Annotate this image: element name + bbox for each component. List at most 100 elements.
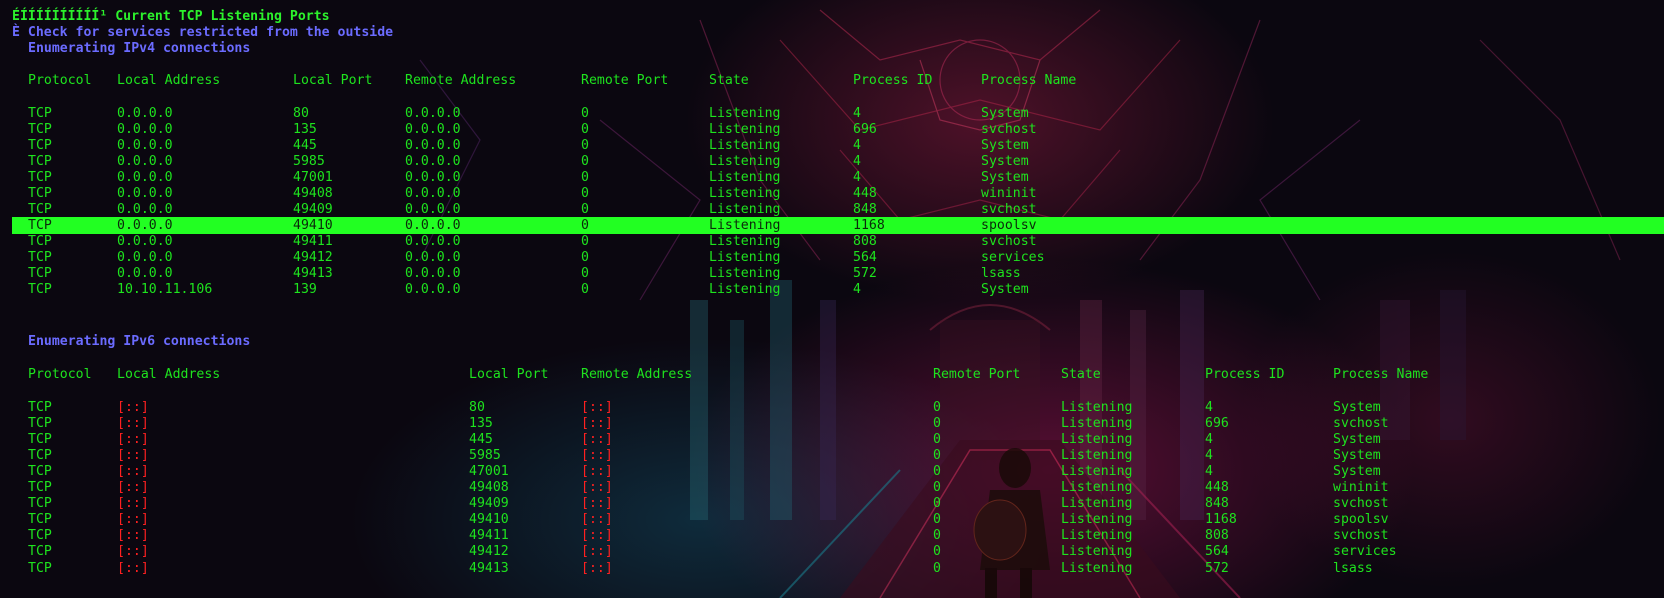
ipv6-cell-local-address: [::] xyxy=(117,400,149,415)
ipv6-col-local-address: Local Address xyxy=(117,367,221,382)
ipv6-cell-local-address: [::] xyxy=(117,416,149,432)
ipv4-cell-process-id: 572 xyxy=(853,266,877,281)
ipv6-col-local-port: Local Port xyxy=(469,367,549,382)
ipv4-cell-process-id: 808 xyxy=(853,233,877,249)
ipv6-cell-process-name: svchost xyxy=(1333,416,1389,432)
ipv6-cell-process-name: services xyxy=(1333,544,1397,560)
ipv4-cell-process-id: 4 xyxy=(853,105,861,121)
ipv4-cell-process-name: services xyxy=(981,249,1045,265)
ipv6-cell-state: Listening xyxy=(1061,544,1133,560)
ipv6-cell-local-port: 445 xyxy=(469,432,493,448)
ipv4-cell-state: Listening xyxy=(709,217,781,233)
ipv6-cell-process-name: spoolsv xyxy=(1333,512,1389,528)
ipv4-cell-remote-port: 0 xyxy=(581,217,589,233)
ipv6-cell-remote-address: [::] xyxy=(581,528,613,544)
ipv4-cell-remote-address: 0.0.0.0 xyxy=(405,137,461,153)
ipv6-cell-local-port: 49413 xyxy=(469,560,509,576)
ipv4-cell-process-name: System xyxy=(981,153,1029,169)
ipv6-cell-protocol: TCP xyxy=(28,528,52,544)
ipv4-cell-process-name: wininit xyxy=(981,185,1037,201)
ipv6-table-header: Protocol Local Address Local Port Remote… xyxy=(0,366,1664,383)
ipv6-cell-remote-port: 0 xyxy=(933,544,941,560)
ipv6-table-row: TCP [::] 49411 [::] 0 Listening 808 svchost xyxy=(0,527,1664,544)
ipv6-col-state: State xyxy=(1061,367,1101,382)
ipv6-cell-process-id: 448 xyxy=(1205,480,1229,496)
ipv6-cell-local-address: [::] xyxy=(117,432,149,448)
ipv6-table-row: TCP [::] 47001 [::] 0 Listening 4 System xyxy=(0,463,1664,480)
ipv4-cell-process-name: svchost xyxy=(981,201,1037,217)
ipv6-cell-process-id: 808 xyxy=(1205,528,1229,544)
ipv6-table-row: TCP [::] 445 [::] 0 Listening 4 System xyxy=(0,431,1664,448)
ipv4-cell-remote-port: 0 xyxy=(581,282,589,298)
ipv4-cell-protocol: TCP xyxy=(28,201,52,217)
ipv4-cell-local-port: 49412 xyxy=(293,249,333,265)
ipv4-cell-local-address: 0.0.0.0 xyxy=(117,249,173,265)
ipv6-cell-remote-port: 0 xyxy=(933,560,941,576)
ipv6-cell-local-port: 5985 xyxy=(469,448,501,464)
ipv6-cell-state: Listening xyxy=(1061,496,1133,512)
ipv4-cell-protocol: TCP xyxy=(28,185,52,201)
ipv6-table-row: TCP [::] 49412 [::] 0 Listening 564 services xyxy=(0,543,1664,560)
ipv4-cell-protocol: TCP xyxy=(28,121,52,137)
ipv6-cell-state: Listening xyxy=(1061,560,1133,576)
ipv4-cell-local-address: 10.10.11.106 xyxy=(117,282,213,298)
ipv6-cell-local-port: 49408 xyxy=(469,480,509,496)
ipv6-cell-remote-address: [::] xyxy=(581,464,613,480)
ipv6-cell-remote-address: [::] xyxy=(581,544,613,560)
ipv6-cell-local-port: 49410 xyxy=(469,512,509,528)
ipv6-cell-remote-port: 0 xyxy=(933,432,941,448)
ipv6-cell-local-port: 80 xyxy=(469,400,485,415)
ipv6-cell-remote-address: [::] xyxy=(581,480,613,496)
ipv6-cell-process-id: 572 xyxy=(1205,560,1229,576)
ipv6-cell-local-address: [::] xyxy=(117,464,149,480)
ipv4-table-row-highlighted: TCP 0.0.0.0 49410 0.0.0.0 0 Listening 1168 spoo… xyxy=(12,216,1664,234)
ipv4-cell-process-id: 848 xyxy=(853,201,877,217)
ipv4-cell-remote-address: 0.0.0.0 xyxy=(405,185,461,201)
ipv4-col-protocol: Protocol xyxy=(28,73,92,88)
ipv6-cell-process-id: 4 xyxy=(1205,464,1213,480)
ipv4-cell-state: Listening xyxy=(709,105,781,121)
ipv4-cell-local-address: 0.0.0.0 xyxy=(117,185,173,201)
ipv6-cell-state: Listening xyxy=(1061,432,1133,448)
ipv4-cell-remote-address: 0.0.0.0 xyxy=(405,169,461,185)
ipv4-cell-process-name: System xyxy=(981,282,1029,298)
ipv6-table-row: TCP [::] 80 [::] 0 Listening 4 System xyxy=(0,399,1664,416)
ipv4-col-process-id: Process ID xyxy=(853,73,933,88)
ipv6-cell-local-port: 47001 xyxy=(469,464,509,480)
check-line: È Check for services restricted from the… xyxy=(0,24,1664,41)
ipv6-cell-local-address: [::] xyxy=(117,544,149,560)
ipv4-cell-state: Listening xyxy=(709,282,781,298)
ipv6-cell-protocol: TCP xyxy=(28,416,52,432)
ipv6-col-protocol: Protocol xyxy=(28,367,92,382)
ipv4-table-row: TCP 0.0.0.0 49413 0.0.0.0 0 Listening 572 lsass xyxy=(0,265,1664,282)
ipv6-cell-local-port: 49412 xyxy=(469,544,509,560)
ipv4-cell-remote-port: 0 xyxy=(581,153,589,169)
ipv6-table-row: TCP [::] 49413 [::] 0 Listening 572 lsass xyxy=(0,560,1664,577)
ipv6-cell-state: Listening xyxy=(1061,448,1133,464)
ipv4-cell-local-port: 139 xyxy=(293,282,317,298)
ipv4-cell-local-address: 0.0.0.0 xyxy=(117,217,173,233)
ipv4-cell-protocol: TCP xyxy=(28,137,52,153)
ipv6-cell-remote-address: [::] xyxy=(581,432,613,448)
ipv4-cell-remote-address: 0.0.0.0 xyxy=(405,201,461,217)
ipv4-cell-remote-address: 0.0.0.0 xyxy=(405,217,461,233)
ipv6-cell-protocol: TCP xyxy=(28,560,52,576)
ipv6-cell-local-port: 49409 xyxy=(469,496,509,512)
ipv6-cell-process-id: 4 xyxy=(1205,432,1213,448)
ipv4-cell-process-id: 564 xyxy=(853,249,877,265)
ipv4-cell-local-port: 49410 xyxy=(293,217,333,233)
ipv4-cell-local-address: 0.0.0.0 xyxy=(117,169,173,185)
ipv4-cell-state: Listening xyxy=(709,185,781,201)
ipv4-cell-remote-address: 0.0.0.0 xyxy=(405,249,461,265)
terminal-output: ÉÍÍÍÍÍÍÍÍÍÍ¹ Current TCP Listening Ports… xyxy=(0,0,1664,598)
ipv4-cell-local-port: 135 xyxy=(293,121,317,137)
ipv6-cell-protocol: TCP xyxy=(28,432,52,448)
ipv6-cell-remote-address: [::] xyxy=(581,400,613,415)
ipv4-cell-state: Listening xyxy=(709,137,781,153)
ipv4-cell-local-port: 49409 xyxy=(293,201,333,217)
ipv4-cell-protocol: TCP xyxy=(28,169,52,185)
ipv4-table-row: TCP 0.0.0.0 47001 0.0.0.0 0 Listening 4 System xyxy=(0,169,1664,186)
ipv4-cell-local-port: 47001 xyxy=(293,169,333,185)
ipv4-col-remote-port: Remote Port xyxy=(581,73,669,88)
ipv4-cell-process-name: svchost xyxy=(981,233,1037,249)
